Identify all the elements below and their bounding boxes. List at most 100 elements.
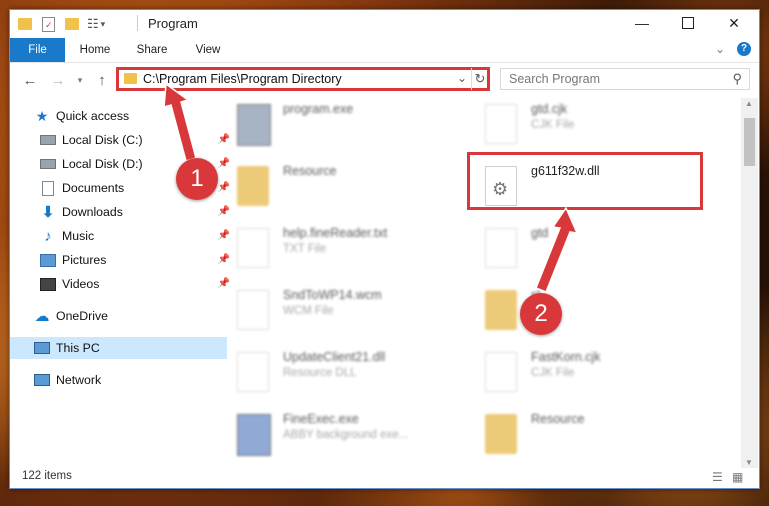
refresh-button[interactable]: ↻	[471, 68, 488, 90]
close-button[interactable]: ✕	[711, 10, 757, 36]
list-item[interactable]: UpdateClient21.dll Resource DLL	[223, 346, 453, 406]
list-item[interactable]: gtd	[471, 222, 701, 282]
tab-share[interactable]: Share	[128, 38, 176, 62]
sidebar-item-label: Local Disk (D:)	[62, 157, 143, 171]
search-input[interactable]: Search Program	[509, 72, 600, 86]
sidebar-item-videos[interactable]: Videos 📌	[10, 273, 233, 295]
file-name: Resource	[531, 412, 585, 426]
search-icon: ⚲	[732, 71, 742, 86]
sidebar-item-pictures[interactable]: Pictures 📌	[10, 249, 233, 271]
file-type: CJK File	[531, 119, 575, 131]
file-name: gtd	[531, 226, 549, 240]
ribbon-expand-icon[interactable]: ⌄	[715, 42, 725, 56]
list-item[interactable]: Resource	[223, 160, 453, 220]
file-type: CJK File	[531, 367, 575, 379]
file-name: SndToWP14.wcm	[283, 288, 382, 302]
up-button[interactable]: ↑	[92, 70, 112, 90]
cloud-icon: ☁	[34, 308, 50, 325]
list-item[interactable]: help.fineReader.txt TXT File	[223, 222, 453, 282]
minimize-button[interactable]: —	[619, 10, 665, 36]
download-arrow-icon: ⬇	[41, 204, 55, 221]
list-item[interactable]: Resource	[471, 408, 701, 458]
drive-icon	[40, 133, 56, 147]
sidebar-item-music[interactable]: ♪ Music 📌	[10, 225, 233, 247]
status-bar: 122 items ☰ ▦	[10, 466, 759, 488]
tab-home[interactable]: Home	[70, 38, 120, 62]
ribbon-tabs: File Home Share View ⌄ ?	[10, 38, 759, 63]
file-name: gtd.cjk	[531, 102, 568, 116]
title-divider	[137, 15, 138, 31]
film-icon	[40, 277, 56, 291]
address-bar[interactable]: C:\Program Files\Program Directory ⌄ ↻	[116, 67, 490, 91]
file-type: ABBY background exe...	[283, 429, 409, 441]
computer-icon	[34, 341, 50, 355]
scroll-up-icon[interactable]: ▲	[745, 99, 753, 108]
step-badge-1: 1	[176, 158, 218, 200]
music-note-icon: ♪	[44, 227, 52, 245]
exe-icon	[237, 414, 271, 456]
view-menu-icon[interactable]: ☷	[87, 16, 99, 32]
documents-icon	[40, 180, 56, 196]
folder-icon	[124, 73, 137, 84]
file-name: Resource	[283, 164, 337, 178]
dll-gear-icon	[237, 352, 269, 392]
explorer-window: ✓ ☷ ▾ Program — ✕ File Home Share View ⌄…	[9, 9, 760, 489]
sidebar-item-local-disk-c[interactable]: Local Disk (C:) 📌	[10, 129, 233, 151]
sidebar-item-label: Downloads	[62, 205, 123, 219]
tab-file[interactable]: File	[10, 38, 65, 62]
sidebar-item-label: Pictures	[62, 253, 107, 267]
forward-button[interactable]: →	[48, 70, 68, 90]
customize-dropdown-icon[interactable]: ▾	[101, 19, 106, 30]
list-item[interactable]: SndToWP14.wcm WCM File	[223, 284, 453, 344]
file-icon	[485, 228, 517, 268]
network-icon	[34, 373, 50, 387]
sidebar-item-label: Quick access	[56, 109, 130, 123]
list-item[interactable]: program.exe	[223, 98, 453, 158]
large-icons-view-icon[interactable]: ▦	[732, 470, 743, 484]
sidebar-item-label: Local Disk (C:)	[62, 133, 143, 147]
folder-icon[interactable]	[18, 18, 32, 30]
sidebar-item-this-pc[interactable]: This PC	[10, 337, 227, 359]
list-item[interactable]: gtd.cjk CJK File	[471, 98, 701, 158]
sidebar-item-label: Videos	[62, 277, 100, 291]
help-icon[interactable]: ?	[737, 42, 751, 56]
search-box[interactable]: Search Program ⚲	[500, 68, 750, 90]
file-type: Resource DLL	[283, 367, 357, 379]
properties-icon[interactable]: ✓	[42, 16, 55, 32]
exe-icon	[237, 104, 271, 146]
address-row: ← → ▾ ↑ C:\Program Files\Program Directo…	[10, 65, 759, 95]
star-icon: ★	[35, 107, 49, 124]
vertical-scrollbar[interactable]: ▲ ▼	[741, 98, 758, 468]
folder-icon	[237, 166, 269, 206]
sidebar-item-onedrive[interactable]: ☁ OneDrive	[10, 305, 227, 327]
list-item[interactable]: FastKorn.cjk CJK File	[471, 346, 701, 406]
address-path: C:\Program Files\Program Directory	[143, 72, 342, 86]
sidebar-item-label: Documents	[62, 181, 125, 195]
file-icon	[237, 228, 269, 268]
file-name: program.exe	[283, 102, 354, 116]
sidebar-item-label: Network	[56, 373, 102, 387]
sidebar-item-network[interactable]: Network	[10, 369, 227, 391]
maximize-button[interactable]	[665, 10, 711, 36]
tab-view[interactable]: View	[185, 38, 231, 62]
address-dropdown-icon[interactable]: ⌄	[457, 71, 467, 85]
sidebar-item-label: OneDrive	[56, 309, 108, 323]
recent-locations-button[interactable]: ▾	[70, 70, 90, 90]
list-item[interactable]: sl	[471, 284, 701, 344]
highlight-box	[467, 152, 703, 210]
details-view-icon[interactable]: ☰	[712, 470, 723, 484]
back-button[interactable]: ←	[20, 70, 40, 90]
new-folder-icon[interactable]	[65, 18, 79, 30]
item-count: 122 items	[22, 470, 72, 482]
navigation-pane: ★ Quick access Local Disk (C:) 📌 Local D…	[10, 100, 230, 460]
sidebar-item-quick-access[interactable]: ★ Quick access	[10, 105, 227, 127]
step-badge-2: 2	[520, 293, 562, 335]
drive-icon	[40, 157, 56, 171]
folder-icon	[485, 290, 517, 330]
scroll-thumb[interactable]	[744, 118, 755, 166]
file-type: TXT File	[283, 243, 327, 255]
sidebar-item-downloads[interactable]: ⬇ Downloads 📌	[10, 201, 233, 223]
file-name: FineExec.exe	[283, 412, 359, 426]
file-icon	[485, 104, 517, 144]
list-item[interactable]: FineExec.exe ABBY background exe...	[223, 408, 453, 458]
